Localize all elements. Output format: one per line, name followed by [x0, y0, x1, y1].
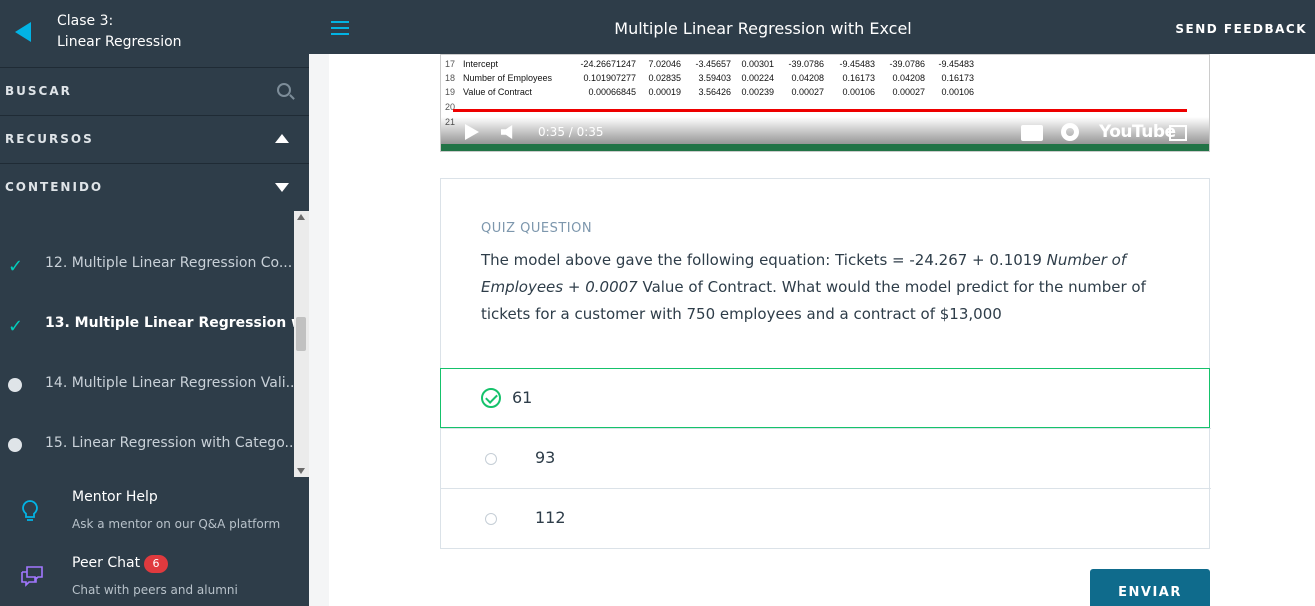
- lesson-item[interactable]: ✓ 12. Multiple Linear Regression Co...: [0, 234, 294, 294]
- lesson-scrollbar[interactable]: [294, 211, 309, 477]
- lesson-label: 13. Multiple Linear Regression wi...: [45, 315, 294, 331]
- mentor-help-title: Mentor Help: [72, 489, 158, 505]
- answer-label: 112: [535, 508, 566, 527]
- captions-icon[interactable]: [1021, 125, 1043, 141]
- lesson-item[interactable]: 14. Multiple Linear Regression Vali...: [0, 354, 294, 414]
- quiz-card: QUIZ QUESTION The model above gave the f…: [440, 178, 1211, 549]
- submit-button[interactable]: ENVIAR: [1090, 569, 1210, 606]
- scroll-down-icon[interactable]: [297, 468, 305, 474]
- scroll-up-icon[interactable]: [297, 214, 305, 220]
- quiz-question-text: The model above gave the following equat…: [481, 251, 1146, 323]
- search-section[interactable]: BUSCAR: [0, 68, 309, 116]
- resources-section[interactable]: RECURSOS: [0, 116, 309, 164]
- expand-down-icon[interactable]: [275, 183, 289, 192]
- lesson-label: 12. Multiple Linear Regression Co...: [45, 255, 293, 271]
- peer-chat-item[interactable]: Peer Chat Chat with peers and alumni: [0, 543, 309, 606]
- lesson-item[interactable]: 15. Linear Regression with Catego...: [0, 414, 294, 474]
- content-section[interactable]: CONTENIDO: [0, 164, 309, 212]
- collapse-up-icon[interactable]: [275, 134, 289, 143]
- radio-button[interactable]: [485, 453, 497, 465]
- answer-option[interactable]: 112: [441, 488, 1211, 548]
- answer-option[interactable]: 93: [441, 428, 1211, 488]
- lightbulb-icon: [22, 500, 38, 521]
- search-icon[interactable]: [277, 83, 291, 97]
- incomplete-dot-icon: [8, 438, 22, 452]
- check-icon: ✓: [8, 316, 24, 337]
- top-bar: Multiple Linear Regression with Excel SE…: [309, 0, 1315, 54]
- course-lesson-title: Linear Regression: [57, 34, 182, 50]
- incomplete-dot-icon: [8, 378, 22, 392]
- check-icon: ✓: [8, 256, 24, 277]
- sidebar-footer: Mentor Help Ask a mentor on our Q&A plat…: [0, 477, 309, 606]
- unread-count-badge: 6: [144, 555, 168, 573]
- video-player[interactable]: 17 Intercept -24.26671247 7.02046 -3.456…: [440, 54, 1210, 152]
- search-label: BUSCAR: [5, 84, 72, 98]
- quiz-label: QUIZ QUESTION: [481, 221, 593, 236]
- lesson-label: 14. Multiple Linear Regression Vali...: [45, 375, 294, 391]
- video-progress-bar[interactable]: [453, 109, 1187, 112]
- lesson-item-current[interactable]: ✓ 13. Multiple Linear Regression wi...: [0, 294, 294, 354]
- content-label: CONTENIDO: [5, 180, 104, 194]
- play-icon[interactable]: [465, 124, 479, 140]
- youtube-logo[interactable]: YouTube: [1099, 122, 1176, 142]
- gear-icon[interactable]: [1061, 123, 1079, 141]
- excel-status-bar: [441, 144, 1209, 151]
- peer-chat-subtitle: Chat with peers and alumni: [72, 583, 238, 597]
- main-content: 17 Intercept -24.26671247 7.02046 -3.456…: [329, 54, 1315, 606]
- back-arrow-icon[interactable]: [15, 22, 31, 42]
- answer-label: 61: [512, 388, 533, 407]
- scroll-thumb[interactable]: [296, 317, 306, 351]
- page-title: Multiple Linear Regression with Excel: [614, 19, 912, 38]
- lesson-list: ✓ 12. Multiple Linear Regression Co... ✓…: [0, 211, 294, 477]
- mentor-help-item[interactable]: Mentor Help Ask a mentor on our Q&A plat…: [0, 477, 309, 543]
- course-lesson-number: Clase 3:: [57, 13, 114, 29]
- answer-label: 93: [535, 448, 556, 467]
- answer-option-selected[interactable]: 61: [440, 368, 1210, 428]
- send-feedback-link[interactable]: SEND FEEDBACK: [1175, 22, 1307, 36]
- mentor-help-subtitle: Ask a mentor on our Q&A platform: [72, 517, 281, 531]
- checkmark-circle-icon: [481, 388, 501, 408]
- peer-chat-title: Peer Chat: [72, 555, 141, 571]
- resources-label: RECURSOS: [5, 132, 94, 146]
- video-time: 0:35 / 0:35: [538, 125, 604, 139]
- radio-button[interactable]: [485, 513, 497, 525]
- fullscreen-icon[interactable]: [1169, 125, 1187, 141]
- chat-bubbles-icon: [21, 566, 43, 587]
- lesson-label: 15. Linear Regression with Catego...: [45, 435, 294, 451]
- course-header[interactable]: Clase 3: Linear Regression: [0, 0, 309, 68]
